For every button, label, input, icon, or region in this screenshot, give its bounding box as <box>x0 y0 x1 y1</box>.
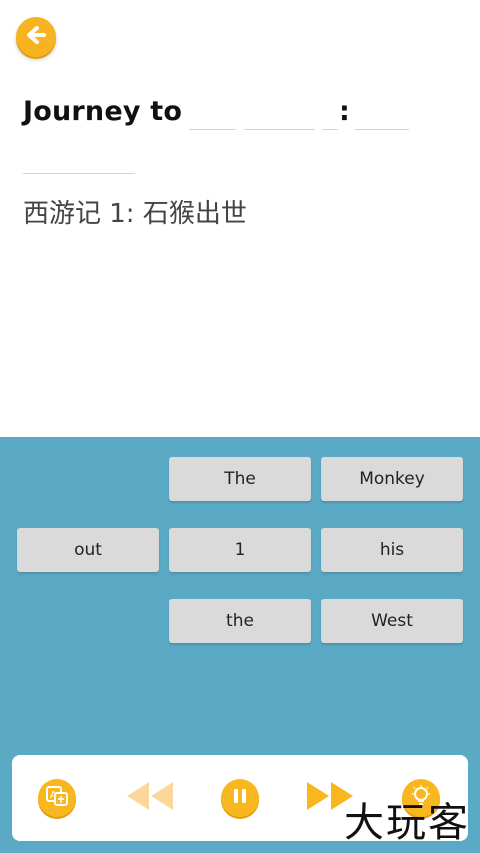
answer-blank[interactable] <box>355 97 409 130</box>
answer-blank[interactable] <box>322 97 338 130</box>
word-tile[interactable]: out <box>17 528 159 572</box>
translate-icon: A <box>45 784 69 812</box>
word-tile[interactable]: West <box>321 599 463 643</box>
arrow-left-icon <box>25 24 47 50</box>
rewind-button[interactable] <box>122 781 176 815</box>
watermark: 大玩客 <box>344 800 470 846</box>
word-tile[interactable]: The <box>169 457 311 501</box>
word-tile[interactable]: Monkey <box>321 457 463 501</box>
pause-icon <box>232 787 248 809</box>
sentence-colon: : <box>339 96 350 127</box>
sentence-prefix: Journey to <box>23 96 183 127</box>
answer-blank[interactable] <box>189 97 236 130</box>
word-tile[interactable]: the <box>169 599 311 643</box>
word-tile[interactable]: 1 <box>169 528 311 572</box>
back-button[interactable] <box>16 17 56 57</box>
pause-button[interactable] <box>221 779 259 817</box>
translation-text: 西游记 1: 石猴出世 <box>23 199 247 229</box>
translate-button[interactable]: A <box>38 779 76 817</box>
rewind-icon <box>123 780 175 816</box>
answer-blank[interactable] <box>23 141 135 174</box>
word-tile[interactable]: his <box>321 528 463 572</box>
answer-blank[interactable] <box>244 97 315 130</box>
